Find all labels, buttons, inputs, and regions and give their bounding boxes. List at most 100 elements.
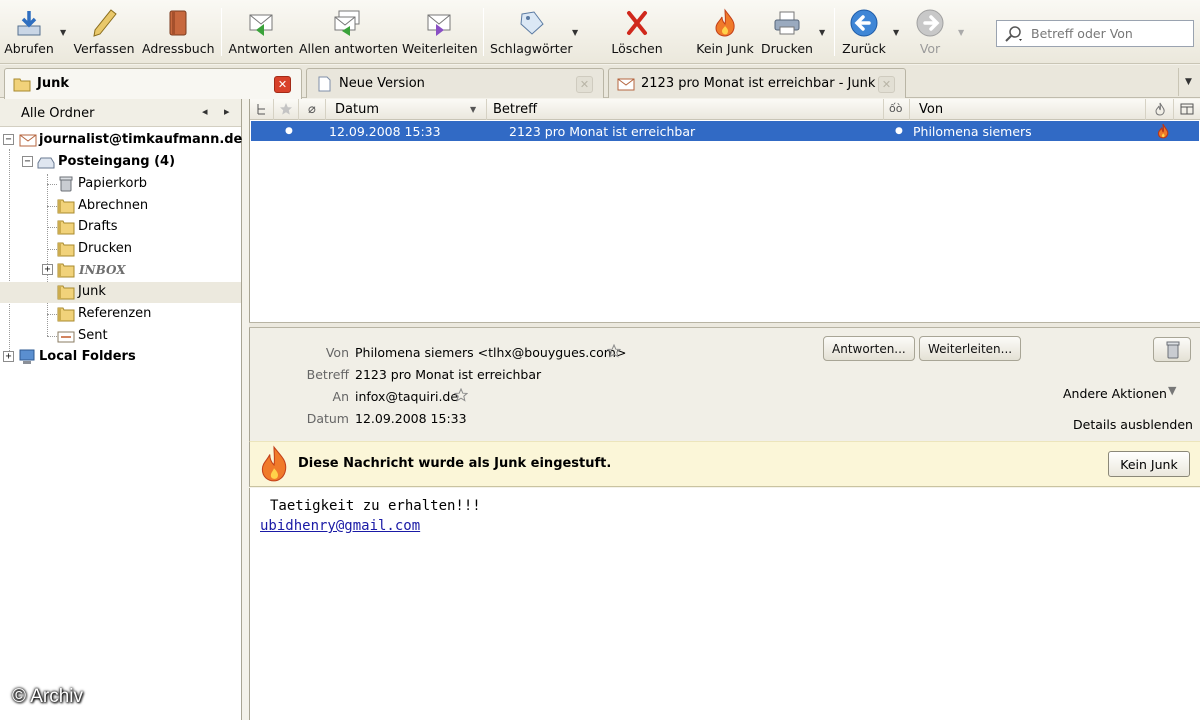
forward-nav-button[interactable]: Vor [910,8,950,60]
close-tab-icon[interactable]: ✕ [576,76,593,93]
folder-icon [57,242,75,257]
column-picker[interactable] [1174,99,1200,120]
subject-column-header[interactable]: Betreff [487,99,884,120]
tab-junk[interactable]: Junk ✕ [4,68,302,99]
addressbook-button[interactable]: Adressbuch [142,8,215,60]
add-contact-star-icon[interactable] [607,344,621,358]
next-view-icon[interactable]: ▸ [224,105,230,118]
folder-local-folders[interactable]: + Local Folders [0,347,241,368]
delete-icon [627,11,647,35]
tab-new-version[interactable]: Neue Version ✕ [306,68,604,98]
folder-account[interactable]: − journalist@timkaufmann.de [0,130,242,151]
tag-icon [520,11,544,35]
print-dropdown-icon[interactable]: ▼ [819,28,825,37]
delete-button[interactable]: Löschen [608,8,666,60]
trash-icon [59,176,73,192]
read-column[interactable]: ốò [884,99,910,120]
forward-nav-dropdown-icon[interactable]: ▼ [958,28,964,37]
not-junk-button[interactable]: Kein Junk [1108,451,1190,477]
from-label: Von [325,345,349,360]
folder-trash[interactable]: Papierkorb [0,174,241,195]
message-header-pane: Von Philomena siemers <tlhx@bouygues.com… [249,328,1200,441]
expand-icon[interactable]: + [3,351,14,362]
previous-view-icon[interactable]: ◂ [202,105,208,118]
flame-icon [715,8,735,37]
folder-abrechnen[interactable]: Abrechnen [0,196,241,217]
other-actions-dropdown-icon[interactable]: ▼ [1168,384,1176,397]
back-button[interactable]: Zurück [840,8,888,60]
local-folders-label: Local Folders [39,349,136,364]
computer-icon [19,349,35,364]
close-tab-icon[interactable]: ✕ [878,76,895,93]
tab-label: Neue Version [339,76,425,91]
collapse-icon[interactable]: − [3,134,14,145]
compose-label: Verfassen [73,41,135,56]
folder-drucken[interactable]: Drucken [0,239,241,260]
reply-all-button[interactable]: Allen antworten [299,8,398,60]
get-mail-label: Abrufen [4,41,54,56]
get-mail-dropdown-icon[interactable]: ▼ [60,28,66,37]
reply-button[interactable]: Antworten [228,8,294,60]
folder-inbox[interactable]: − Posteingang (4) [0,152,241,173]
star-column[interactable] [274,99,299,120]
forward-button[interactable]: Weiterleiten [402,8,478,60]
folder-referenzen[interactable]: Referenzen [0,304,241,325]
column-picker-icon [1180,103,1194,115]
forward-label: Weiterleiten [402,41,478,56]
to-value[interactable]: infox@taquiri.de [355,389,458,404]
folder-pane: Alle Ordner ◂ ▸ − journalist@timkaufmann… [0,99,242,720]
search-box[interactable] [996,20,1194,47]
email-link[interactable]: ubidhenry@gmail.com [260,518,420,534]
expand-icon[interactable]: + [42,264,53,275]
folder-junk[interactable]: Junk [0,282,241,303]
folder-view-label: Alle Ordner [21,106,95,121]
tab-overflow-dropdown-icon[interactable]: ▼ [1178,68,1198,96]
not-junk-toolbar-label: Kein Junk [696,41,754,56]
toolbar-separator [221,8,222,56]
date-column-header[interactable]: Datum ▼ [326,99,487,120]
from-column-header[interactable]: Von [910,99,1146,120]
document-icon [318,76,331,92]
thread-column[interactable] [250,99,274,120]
thread-icon [257,104,265,115]
tab-bar: Junk ✕ Neue Version ✕ 2123 pro Monat ist… [0,65,1200,99]
folder-drafts[interactable]: Drafts [0,217,241,238]
tab-label: 2123 pro Monat ist erreichbar - Junk [641,76,876,91]
folder-icon [13,78,31,92]
date-header-label: Datum [335,102,379,117]
download-icon [17,11,41,36]
get-mail-button[interactable]: Abrufen [2,8,56,60]
attachment-column[interactable]: ⌀ [299,99,326,120]
compose-button[interactable]: Verfassen [72,8,136,60]
collapse-icon[interactable]: − [22,156,33,167]
message-body: Taetigkeit zu erhalten!!! ubidhenry@gmai… [249,488,1200,720]
tags-button[interactable]: Schlagwörter [490,8,573,60]
print-button[interactable]: Drucken [760,8,814,60]
close-tab-icon[interactable]: ✕ [274,76,291,93]
junk-flame-icon[interactable] [1155,123,1171,139]
envelope-icon [617,78,635,91]
folder-sent[interactable]: Sent [0,326,241,347]
forward-header-button[interactable]: Weiterleiten... [919,336,1022,361]
junk-status-column[interactable] [1146,99,1174,120]
reply-header-button[interactable]: Antworten... [823,336,915,361]
delete-header-button[interactable] [1153,337,1191,362]
tab-message[interactable]: 2123 pro Monat ist erreichbar - Junk ✕ [608,68,906,98]
folder-icon [57,285,75,300]
date-value: 12.09.2008 15:33 [355,411,467,426]
tags-dropdown-icon[interactable]: ▼ [572,28,578,37]
search-input[interactable] [1031,24,1189,43]
add-contact-star-icon[interactable] [454,388,468,402]
other-actions-menu[interactable]: Andere Aktionen [1063,386,1167,401]
back-dropdown-icon[interactable]: ▼ [893,28,899,37]
mail-account-icon [19,134,37,147]
from-value[interactable]: Philomena siemers <tlhx@bouygues.com> [355,345,626,360]
message-row[interactable]: ● 12.09.2008 15:33 2123 pro Monat ist er… [251,121,1199,141]
read-status-icon: ốò [889,102,903,115]
hide-details-link[interactable]: Details ausblenden [1073,417,1193,432]
message-from: Philomena siemers [913,124,1032,139]
date-label: Datum [306,411,349,426]
folder-inbox-imap[interactable]: + INBOX [0,260,241,281]
not-junk-toolbar-button[interactable]: Kein Junk [694,8,756,60]
star-icon [280,103,292,115]
